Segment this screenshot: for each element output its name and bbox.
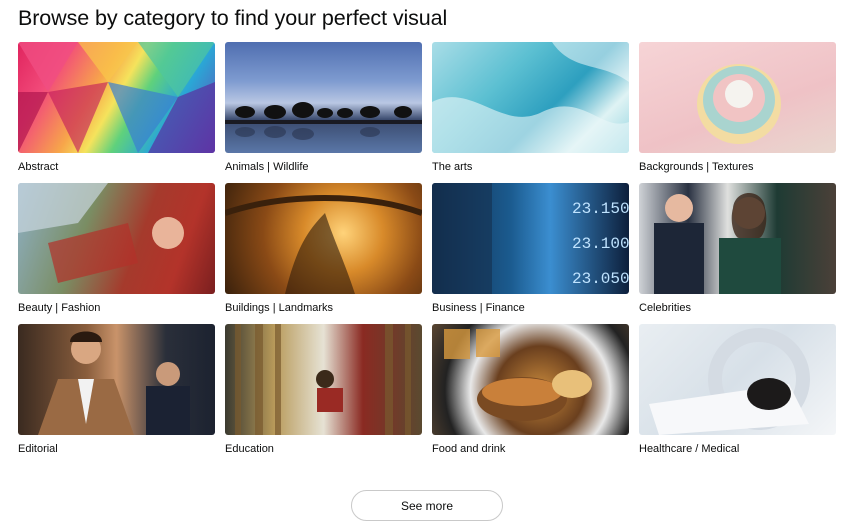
category-label: Food and drink xyxy=(432,443,506,455)
medical-thumbnail xyxy=(639,324,836,435)
food-thumbnail xyxy=(432,324,629,435)
ticker-value: 23.050 xyxy=(572,270,629,288)
category-label: The arts xyxy=(432,161,473,173)
see-more-button[interactable]: See more xyxy=(351,490,503,521)
beauty-thumbnail xyxy=(18,183,215,294)
category-grid: Abstract Animals | Wildlife The arts Bac… xyxy=(18,42,836,465)
category-tile-food[interactable]: Food and drink xyxy=(432,324,629,465)
animals-thumbnail xyxy=(225,42,422,153)
abstract-thumbnail xyxy=(18,42,215,153)
category-tile-celebrities[interactable]: Celebrities xyxy=(639,183,836,324)
education-thumbnail xyxy=(225,324,422,435)
category-label: Healthcare / Medical xyxy=(639,443,740,455)
category-tile-backgrounds[interactable]: Backgrounds | Textures xyxy=(639,42,836,183)
business-thumbnail: 23.150 23.100 23.050 xyxy=(432,183,629,294)
category-tile-beauty[interactable]: Beauty | Fashion xyxy=(18,183,215,324)
buildings-thumbnail xyxy=(225,183,422,294)
category-tile-abstract[interactable]: Abstract xyxy=(18,42,215,183)
category-label: Education xyxy=(225,443,274,455)
category-tile-buildings[interactable]: Buildings | Landmarks xyxy=(225,183,422,324)
category-tile-arts[interactable]: The arts xyxy=(432,42,629,183)
arts-thumbnail xyxy=(432,42,629,153)
category-browser: Browse by category to find your perfect … xyxy=(0,0,860,531)
category-tile-medical[interactable]: Healthcare / Medical xyxy=(639,324,836,465)
celebrities-thumbnail xyxy=(639,183,836,294)
page-title: Browse by category to find your perfect … xyxy=(18,6,448,30)
category-label: Celebrities xyxy=(639,302,691,314)
category-label: Backgrounds | Textures xyxy=(639,161,754,173)
category-label: Buildings | Landmarks xyxy=(225,302,334,314)
category-tile-editorial[interactable]: Editorial xyxy=(18,324,215,465)
category-tile-education[interactable]: Education xyxy=(225,324,422,465)
category-label: Beauty | Fashion xyxy=(18,302,101,314)
category-label: Animals | Wildlife xyxy=(225,161,309,173)
category-tile-business[interactable]: 23.150 23.100 23.050 Business | Finance xyxy=(432,183,629,324)
ticker-value: 23.150 xyxy=(572,200,629,218)
category-tile-animals[interactable]: Animals | Wildlife xyxy=(225,42,422,183)
category-label: Editorial xyxy=(18,443,58,455)
category-label: Business | Finance xyxy=(432,302,525,314)
category-label: Abstract xyxy=(18,161,59,173)
backgrounds-thumbnail xyxy=(639,42,836,153)
ticker-value: 23.100 xyxy=(572,235,629,253)
editorial-thumbnail xyxy=(18,324,215,435)
